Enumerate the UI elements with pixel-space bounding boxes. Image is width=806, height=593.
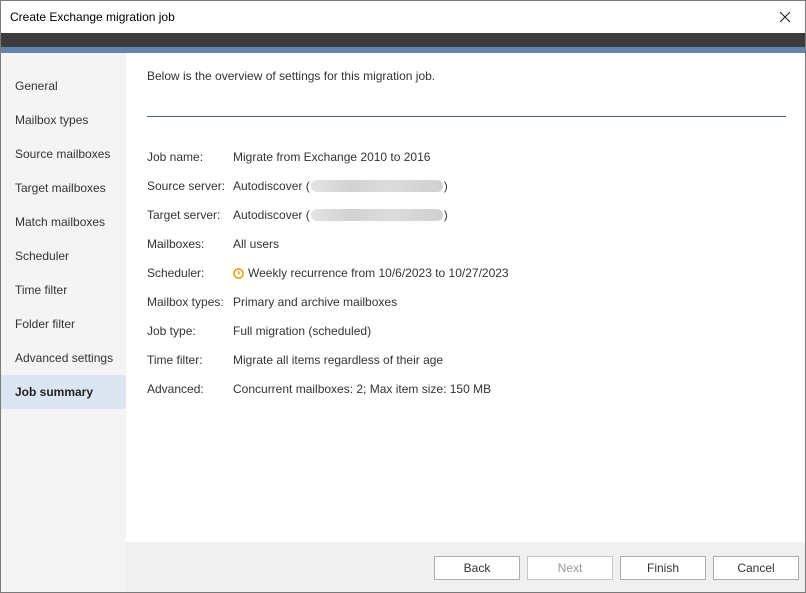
summary-row-mailbox-types: Mailbox types: Primary and archive mailb… bbox=[147, 292, 397, 312]
sidebar-item-match-mailboxes[interactable]: Match mailboxes bbox=[1, 205, 126, 239]
row-value-suffix: ) bbox=[443, 208, 448, 222]
close-button[interactable] bbox=[765, 1, 805, 33]
sidebar-item-mailbox-types[interactable]: Mailbox types bbox=[1, 103, 126, 137]
row-label: Scheduler: bbox=[147, 266, 205, 280]
row-value: Autodiscover ( bbox=[233, 208, 310, 222]
sidebar-item-target-mailboxes[interactable]: Target mailboxes bbox=[1, 171, 126, 205]
clock-icon bbox=[233, 267, 244, 279]
summary-row-target-server: Target server: Autodiscover ( ) bbox=[147, 205, 448, 225]
sidebar-item-scheduler[interactable]: Scheduler bbox=[1, 239, 126, 273]
wizard-sidebar: General Mailbox types Source mailboxes T… bbox=[1, 53, 126, 592]
section-divider bbox=[147, 116, 786, 117]
summary-row-job-type: Job type: Full migration (scheduled) bbox=[147, 321, 371, 341]
summary-panel: Below is the overview of settings for th… bbox=[126, 53, 805, 542]
summary-row-job-name: Job name: Migrate from Exchange 2010 to … bbox=[147, 147, 430, 167]
next-button[interactable]: Next bbox=[527, 556, 613, 580]
summary-row-time-filter: Time filter: Migrate all items regardles… bbox=[147, 350, 443, 370]
row-value-suffix: ) bbox=[443, 179, 448, 193]
row-label: Time filter: bbox=[147, 353, 203, 367]
back-button[interactable]: Back bbox=[434, 556, 520, 580]
row-value: Weekly recurrence from 10/6/2023 to 10/2… bbox=[248, 266, 509, 280]
redacted-address bbox=[310, 180, 443, 192]
close-icon bbox=[779, 11, 791, 23]
summary-row-advanced: Advanced: Concurrent mailboxes: 2; Max i… bbox=[147, 379, 491, 399]
window-title: Create Exchange migration job bbox=[10, 10, 175, 24]
row-value: Migrate all items regardless of their ag… bbox=[233, 353, 444, 367]
row-label: Target server: bbox=[147, 208, 221, 222]
redacted-address bbox=[310, 209, 443, 221]
row-value: Full migration (scheduled) bbox=[233, 324, 372, 338]
summary-row-source-server: Source server: Autodiscover ( ) bbox=[147, 176, 448, 196]
row-value: Primary and archive mailboxes bbox=[233, 295, 398, 309]
sidebar-item-job-summary[interactable]: Job summary bbox=[1, 375, 126, 409]
row-value: Migrate from Exchange 2010 to 2016 bbox=[233, 150, 431, 164]
title-bar: Create Exchange migration job bbox=[1, 1, 805, 33]
row-value-group: Autodiscover ( ) bbox=[233, 179, 448, 193]
summary-row-mailboxes: Mailboxes: All users bbox=[147, 234, 279, 254]
row-value-group: Weekly recurrence from 10/6/2023 to 10/2… bbox=[233, 266, 509, 280]
row-label: Mailboxes: bbox=[147, 237, 205, 251]
row-value: Autodiscover ( bbox=[233, 179, 310, 193]
cancel-button[interactable]: Cancel bbox=[713, 556, 799, 580]
sidebar-item-folder-filter[interactable]: Folder filter bbox=[1, 307, 126, 341]
row-label: Source server: bbox=[147, 179, 226, 193]
dialog-window: Create Exchange migration job General Ma… bbox=[0, 0, 806, 593]
button-bar: Back Next Finish Cancel bbox=[126, 542, 805, 592]
header-band bbox=[1, 33, 805, 47]
row-value-group: Autodiscover ( ) bbox=[233, 208, 448, 222]
finish-button[interactable]: Finish bbox=[620, 556, 706, 580]
sidebar-item-general[interactable]: General bbox=[1, 69, 126, 103]
row-label: Mailbox types: bbox=[147, 295, 224, 309]
row-value: Concurrent mailboxes: 2; Max item size: … bbox=[233, 382, 492, 396]
sidebar-item-source-mailboxes[interactable]: Source mailboxes bbox=[1, 137, 126, 171]
row-label: Job name: bbox=[147, 150, 204, 164]
sidebar-item-advanced-settings[interactable]: Advanced settings bbox=[1, 341, 126, 375]
row-label: Advanced: bbox=[147, 382, 204, 396]
summary-row-scheduler: Scheduler: Weekly recurrence from 10/6/2… bbox=[147, 263, 509, 283]
sidebar-item-time-filter[interactable]: Time filter bbox=[1, 273, 126, 307]
intro-text: Below is the overview of settings for th… bbox=[147, 69, 436, 83]
row-label: Job type: bbox=[147, 324, 196, 338]
row-value: All users bbox=[233, 237, 280, 251]
